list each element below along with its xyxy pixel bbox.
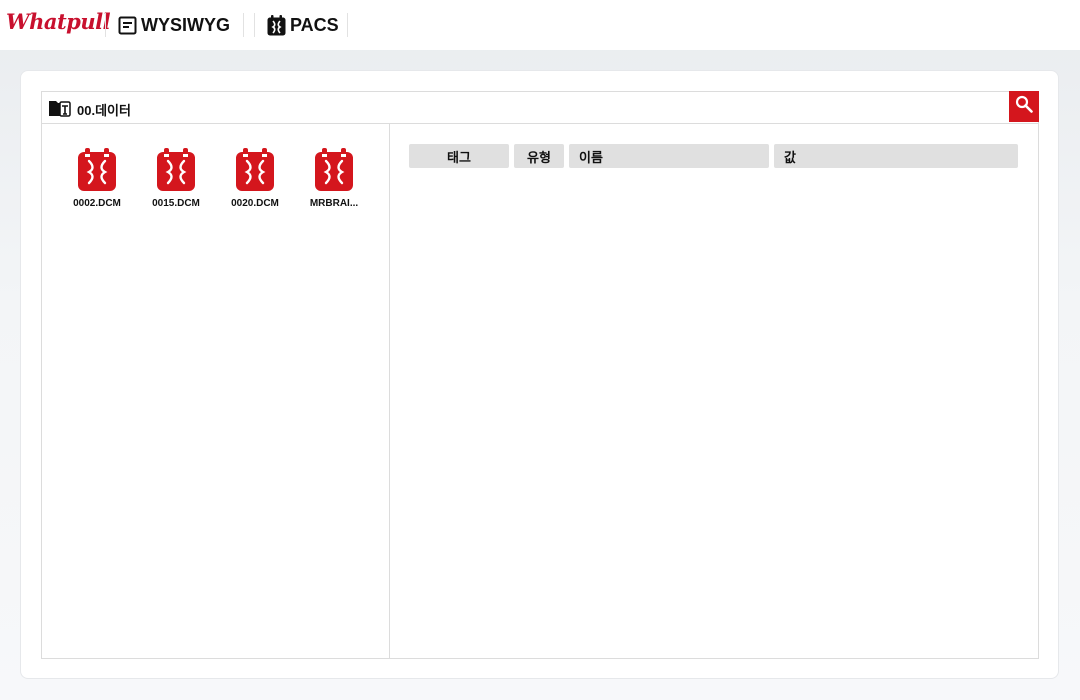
file-name: 0015.DCM <box>152 198 200 209</box>
file-name: 0020.DCM <box>231 198 279 209</box>
dicom-file-icon <box>315 148 353 191</box>
path-bar: 00.데이터 <box>41 91 1039 123</box>
nav-wysiwyg-label: WYSIWYG <box>141 14 230 35</box>
search-icon <box>1015 95 1033 118</box>
nav-pacs-label: PACS <box>290 14 339 35</box>
content-panels: 0002.DCM 0015.DCM 0020.DCM MRBRAI... 태그 … <box>41 123 1039 659</box>
file-browser: 0002.DCM 0015.DCM 0020.DCM MRBRAI... <box>42 124 390 658</box>
document-icon <box>118 16 137 35</box>
search-button[interactable] <box>1009 91 1039 122</box>
dicom-file-icon <box>236 148 274 191</box>
column-header-tag[interactable]: 태그 <box>409 144 509 168</box>
file-name: 0002.DCM <box>73 198 121 209</box>
nav-divider <box>347 13 348 37</box>
file-item[interactable]: 0015.DCM <box>141 148 211 209</box>
file-item[interactable]: MRBRAI... <box>299 148 369 209</box>
column-header-type[interactable]: 유형 <box>514 144 564 168</box>
nav-divider <box>105 13 106 37</box>
nav-wysiwyg[interactable]: WYSIWYG <box>118 13 230 37</box>
dicom-file-icon <box>157 148 195 191</box>
file-name: MRBRAI... <box>309 198 359 209</box>
top-bar: Whatpull WYSIWYG PACS <box>0 0 1080 50</box>
column-header-name[interactable]: 이름 <box>569 144 769 168</box>
nav-divider <box>243 13 244 37</box>
current-path: 00.데이터 <box>77 103 131 118</box>
dicom-tag-table: 태그 유형 이름 값 <box>390 124 1038 658</box>
dicom-file-icon <box>78 148 116 191</box>
pacs-icon <box>267 14 286 36</box>
app-logo[interactable]: Whatpull <box>6 9 111 34</box>
file-item[interactable]: 0002.DCM <box>62 148 132 209</box>
nav-pacs[interactable]: PACS <box>267 13 339 37</box>
folder-icon <box>49 99 71 122</box>
file-item[interactable]: 0020.DCM <box>220 148 290 209</box>
nav-divider <box>254 13 255 37</box>
column-header-value[interactable]: 값 <box>774 144 1018 168</box>
